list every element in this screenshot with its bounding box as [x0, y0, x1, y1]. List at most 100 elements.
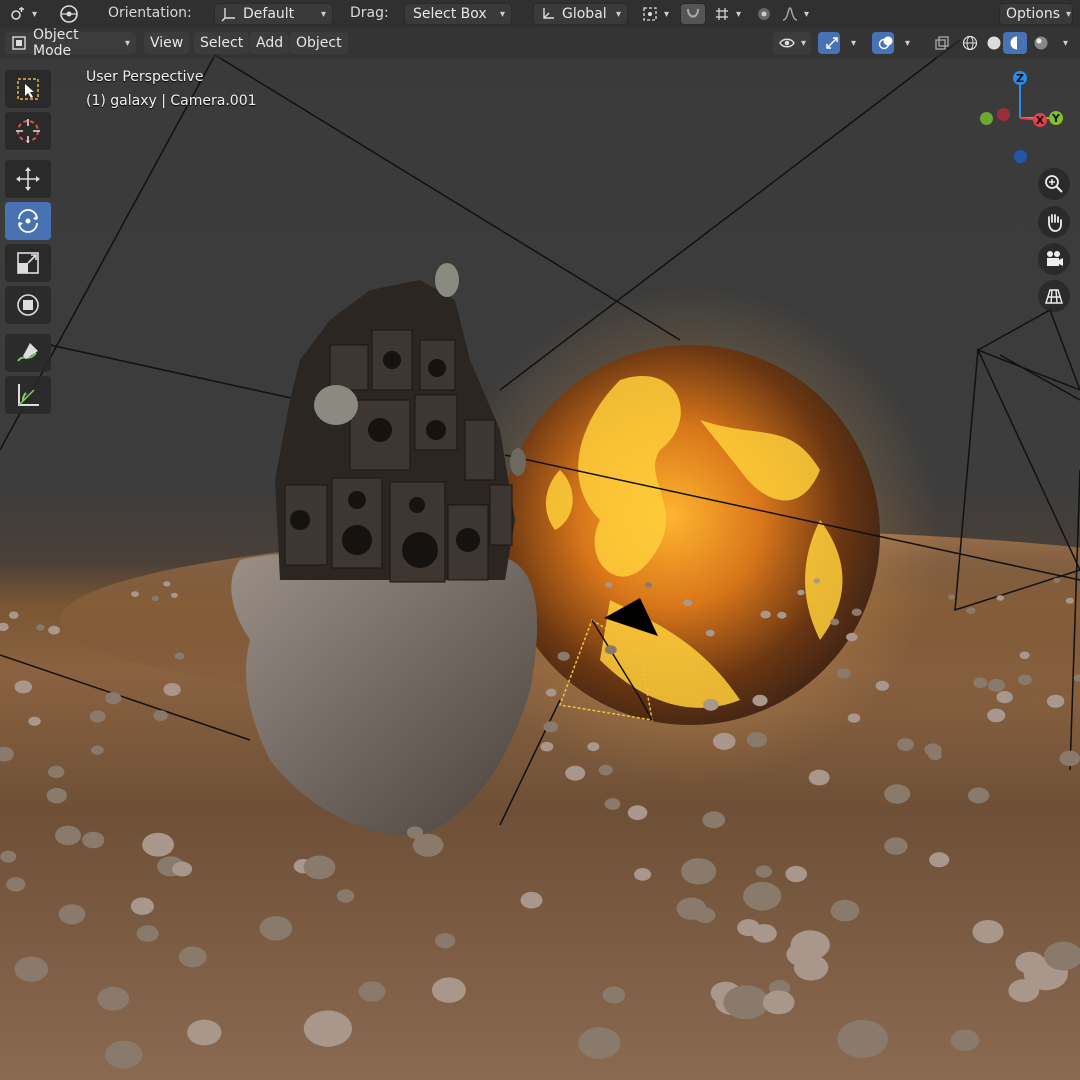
asteroid — [1015, 951, 1045, 974]
wireframe-shading-button[interactable] — [956, 32, 980, 54]
asteroid — [48, 625, 60, 635]
asteroid — [0, 850, 17, 863]
gizmo-dropdown[interactable]: ▾ — [842, 32, 862, 54]
menu-add[interactable]: Add — [250, 32, 290, 54]
shading-dropdown[interactable]: ▾ — [1052, 32, 1074, 54]
asteroid — [91, 745, 104, 755]
gizmo-neg-z-axis[interactable] — [1014, 150, 1027, 163]
ortho-toggle-button[interactable] — [1038, 280, 1070, 312]
asteroid — [1008, 979, 1040, 1003]
camera-view-button[interactable] — [1038, 243, 1070, 275]
asteroid — [830, 618, 840, 626]
asteroid — [520, 891, 543, 909]
asteroid — [163, 683, 181, 696]
asteroid — [431, 977, 466, 1003]
transform-orientation-value: Global — [562, 6, 607, 22]
asteroid — [565, 765, 586, 781]
asteroid — [97, 986, 130, 1011]
x-axis-label: X — [1035, 113, 1045, 127]
pan-button[interactable] — [1038, 206, 1070, 238]
select-box-icon — [17, 78, 39, 100]
falloff-curve-icon — [782, 6, 798, 22]
asteroid — [172, 861, 193, 877]
chevron-down-icon: ▾ — [1066, 8, 1072, 20]
xray-toggle[interactable] — [928, 32, 950, 54]
asteroid — [174, 652, 185, 660]
asteroid — [6, 877, 26, 892]
menu-view[interactable]: View — [144, 32, 190, 54]
asteroid — [836, 668, 851, 679]
navigation-gizmo[interactable]: Z Y X — [970, 68, 1070, 168]
menu-select[interactable]: Select — [194, 32, 250, 54]
asteroid — [755, 865, 772, 878]
asteroid — [948, 594, 956, 600]
transform-orientation-dropdown[interactable]: Global ▾ — [533, 3, 628, 25]
asteroid — [89, 710, 106, 723]
asteroid — [1065, 597, 1074, 604]
asteroid — [358, 981, 386, 1002]
gizmo-y-axis[interactable]: Y — [1049, 111, 1063, 125]
tool-transform[interactable] — [5, 286, 51, 324]
zoom-button[interactable] — [1038, 168, 1070, 200]
chevron-down-icon: ▾ — [499, 8, 505, 20]
tool-measure[interactable] — [5, 376, 51, 414]
overlays-dropdown[interactable]: ▾ — [896, 32, 916, 54]
tool-scale[interactable] — [5, 244, 51, 282]
asteroid — [55, 825, 81, 846]
gizmo-toggle[interactable] — [818, 32, 840, 54]
gizmo-x-axis[interactable]: X — [1033, 113, 1047, 127]
rendered-sphere-icon — [1033, 35, 1049, 51]
solid-shading-button[interactable] — [980, 32, 1004, 54]
asteroid — [737, 919, 760, 937]
rendered-shading-button[interactable] — [1027, 32, 1051, 54]
falloff-dropdown[interactable]: ▾ — [776, 3, 812, 25]
snap-target-dropdown[interactable]: ▾ — [708, 3, 744, 25]
orientation-gizmo-icon — [58, 3, 80, 25]
asteroid — [105, 1040, 143, 1069]
asteroid — [0, 746, 14, 762]
chevron-down-icon: ▾ — [615, 8, 621, 20]
asteroid — [0, 622, 9, 632]
proportional-edit-toggle[interactable] — [750, 3, 776, 25]
chevron-down-icon: ▾ — [801, 37, 807, 49]
asteroid — [598, 764, 613, 776]
asteroid — [412, 833, 444, 857]
overlays-toggle[interactable] — [872, 32, 894, 54]
options-dropdown[interactable]: Options ▾ — [999, 3, 1073, 25]
asteroid — [884, 784, 911, 804]
asteroid — [634, 868, 652, 881]
tool-rotate[interactable] — [5, 202, 51, 240]
material-shading-button[interactable] — [1003, 32, 1027, 54]
annotate-icon — [17, 343, 38, 362]
overlays-icon — [878, 35, 894, 51]
measure-icon — [18, 384, 39, 406]
tool-cursor[interactable] — [5, 112, 51, 150]
object-mode-dropdown[interactable]: Object Mode ▾ — [5, 27, 136, 59]
tool-annotate[interactable] — [5, 334, 51, 372]
floating-rock — [231, 553, 538, 836]
snap-toggle[interactable] — [680, 3, 706, 25]
asteroid — [178, 946, 207, 968]
gizmo-neg-x-axis[interactable] — [997, 108, 1010, 121]
editor-type-button[interactable]: ▾ — [4, 3, 42, 25]
gizmo-neg-y-axis[interactable] — [980, 112, 993, 125]
asteroid — [837, 1019, 888, 1058]
visibility-dropdown[interactable]: ▾ — [773, 32, 811, 54]
tool-move[interactable] — [5, 160, 51, 198]
menu-object[interactable]: Object — [290, 32, 348, 54]
orientation-dropdown[interactable]: Default ▾ — [214, 3, 333, 25]
3d-viewport[interactable]: User Perspective (1) galaxy | Camera.001 — [0, 0, 1080, 1080]
orientation-label: Orientation: — [108, 5, 192, 21]
drag-dropdown[interactable]: Select Box ▾ — [404, 3, 512, 25]
pivot-point-button[interactable]: ▾ — [636, 3, 674, 25]
asteroid — [1059, 750, 1080, 766]
drag-value: Select Box — [413, 6, 487, 22]
rotate-icon — [18, 209, 38, 233]
menu-bar: Object Mode ▾ View Select Add Object ▾ ▾… — [0, 27, 1080, 59]
asteroid — [578, 1027, 621, 1059]
asteroid — [303, 855, 336, 880]
pivot-button[interactable] — [52, 3, 86, 25]
tool-select-box[interactable] — [5, 70, 51, 108]
asteroid — [929, 852, 950, 868]
gizmo-z-axis[interactable]: Z — [1013, 71, 1027, 85]
